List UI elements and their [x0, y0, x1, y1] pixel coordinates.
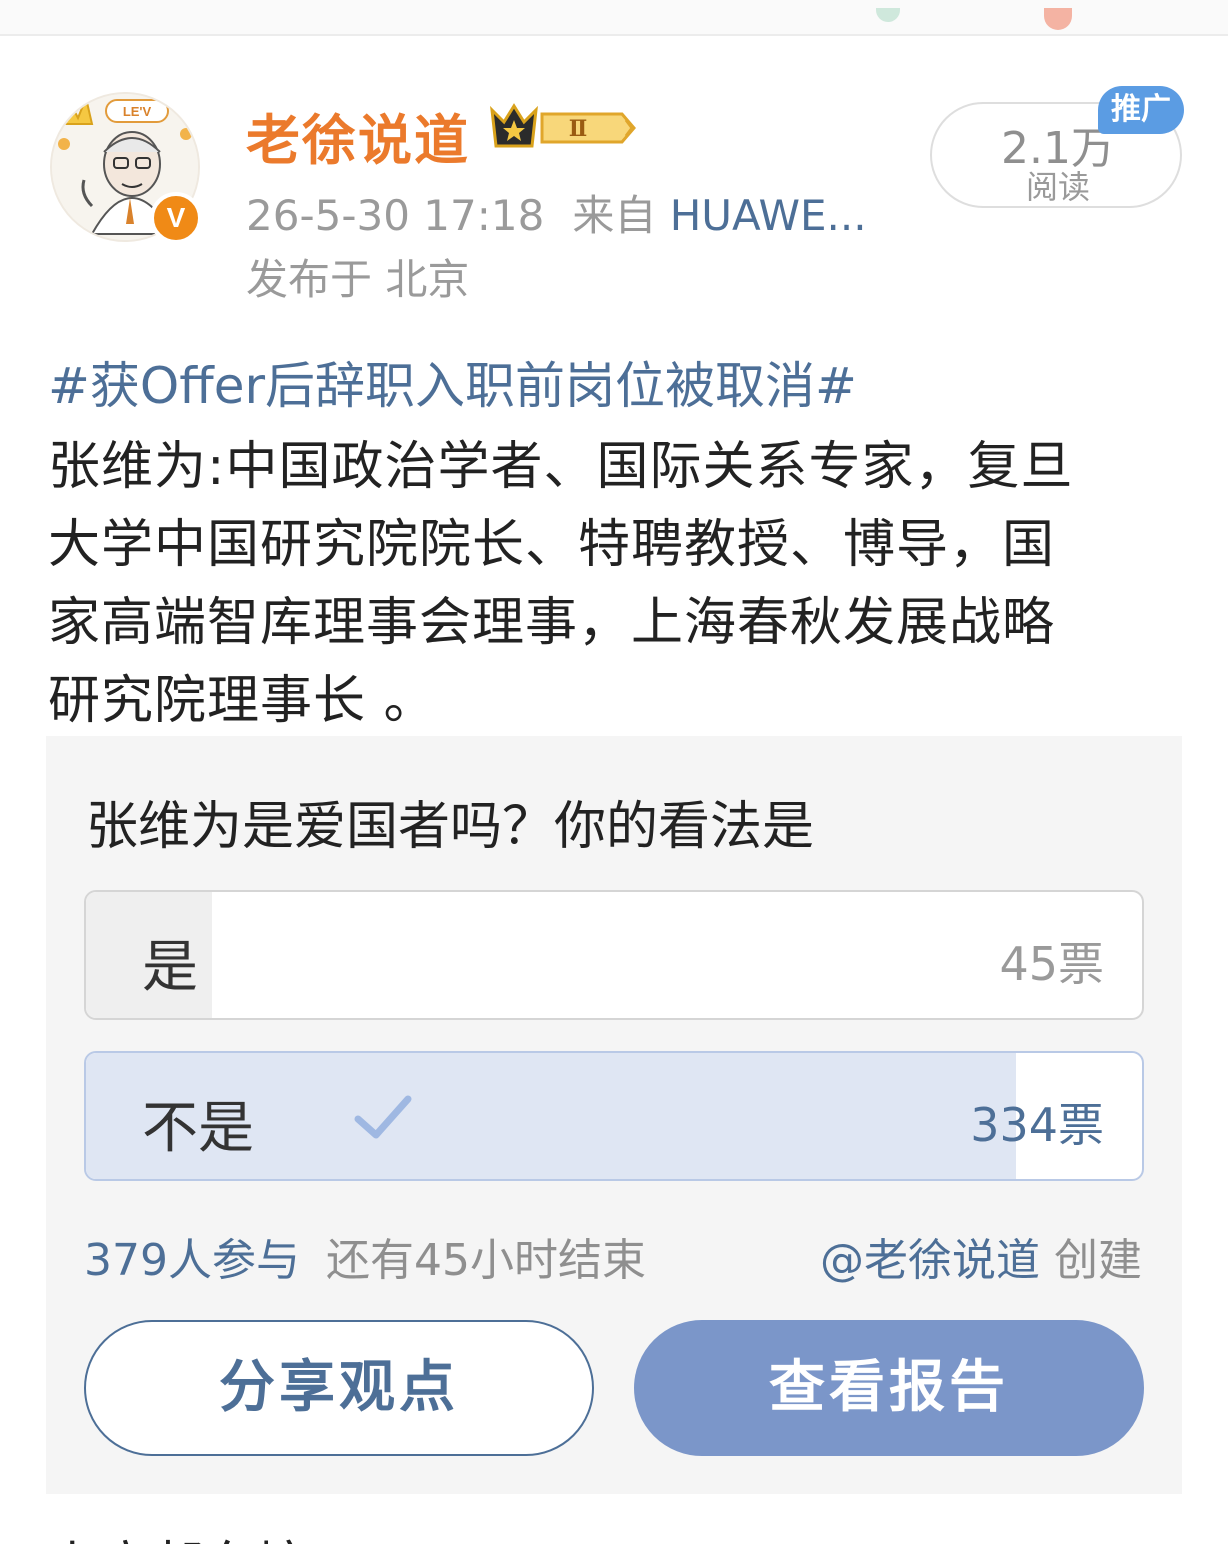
svg-text:LE'V: LE'V	[123, 104, 152, 119]
hashtag-link[interactable]: #获Offer后辞职入职前岗位被取消#	[48, 346, 857, 418]
top-strip	[0, 0, 1228, 36]
poll-option-no[interactable]: 不是 334票	[84, 1051, 1144, 1181]
poll-participants: 379人参与	[84, 1235, 300, 1286]
post-body-line: 研究院理事长 。	[48, 671, 437, 731]
post-body-line: 大学中国研究院院长、特聘教授、博导，国	[48, 515, 1056, 575]
username[interactable]: 老徐说道	[246, 96, 470, 175]
poll-option-votes: 45票	[999, 937, 1104, 991]
post-meta: 26-5-30 17:18 来自 HUAWE...	[246, 182, 867, 243]
poll-question: 张维为是爱国者吗？你的看法是	[86, 797, 815, 857]
post-body-line: 张维为:中国政治学者、国际关系专家，复旦	[48, 437, 1074, 497]
next-post-text-partial: 上高邮东塘	[48, 1524, 308, 1544]
verified-v-icon: V	[150, 192, 202, 244]
top-decoration	[876, 8, 900, 22]
poll-option-label: 是	[142, 935, 198, 1000]
creator-suffix: 创建	[1054, 1235, 1142, 1286]
poll-remaining-time: 还有45小时结束	[326, 1235, 646, 1286]
poll-option-votes: 334票	[970, 1098, 1104, 1152]
read-label: 阅读	[1025, 168, 1090, 206]
post-source-prefix: 来自	[572, 191, 657, 240]
share-opinion-button[interactable]: 分享观点	[84, 1320, 594, 1456]
post-time: 26-5-30 17:18	[246, 191, 545, 240]
promo-tag: 推广	[1098, 86, 1184, 134]
poll-option-label: 不是	[142, 1096, 254, 1161]
poll-option-yes[interactable]: 是 45票	[84, 890, 1144, 1020]
post-location: 发布于 北京	[246, 255, 470, 304]
vip-level: Ⅱ	[569, 116, 588, 142]
top-decoration	[1044, 8, 1072, 30]
view-report-button[interactable]: 查看报告	[634, 1320, 1144, 1456]
check-icon	[354, 1095, 412, 1139]
poll-creator: @老徐说道 创建	[820, 1224, 1142, 1288]
post-device[interactable]: HUAWE...	[670, 191, 867, 240]
creator-mention-link[interactable]: @老徐说道	[820, 1235, 1040, 1286]
post-body-line: 家高端智库理事会理事，上海春秋发展战略	[48, 593, 1056, 653]
vip-crown-icon[interactable]: Ⅱ	[488, 100, 640, 156]
